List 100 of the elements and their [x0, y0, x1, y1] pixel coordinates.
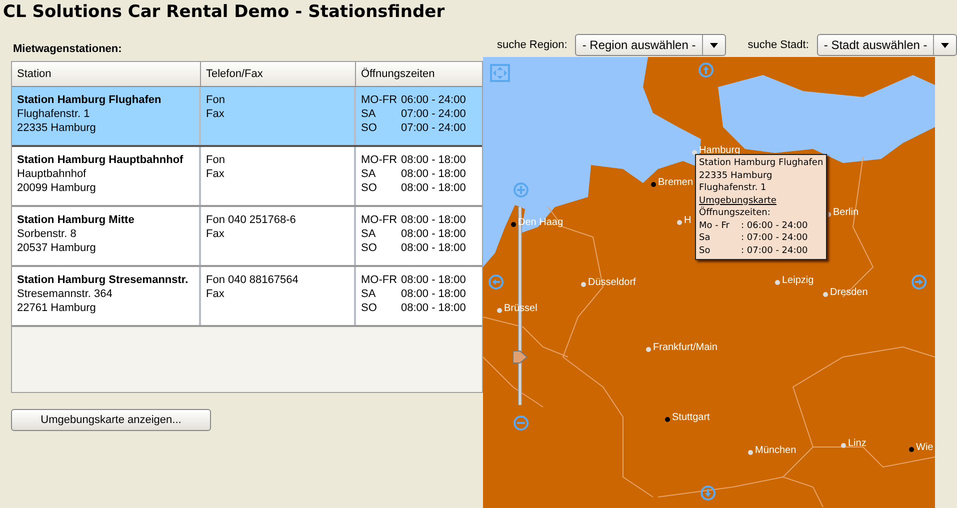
pan-left-icon[interactable]: [488, 274, 504, 290]
city-label: Linz: [848, 438, 866, 449]
station-name: Station Hamburg Flughafen: [17, 93, 162, 107]
fax-text: Fax: [206, 107, 226, 121]
filter-dropdown[interactable]: - Stadt auswählen -: [816, 34, 957, 56]
time-range: 08:00 - 18:00: [401, 227, 467, 241]
city-marker[interactable]: [775, 280, 780, 285]
station-row[interactable]: Station Hamburg Stresemannstr. Stresemannstr. 364 22761 Hamburg Fon 040 88167564 Fax MO-FR 08:00 - 18:00 SA 08:00 - 18:00 SO 08:00 - 18:00: [12, 267, 482, 327]
time-range: 08:00 - 18:00: [401, 287, 467, 301]
station-name: Station Hamburg Mitte: [17, 213, 136, 227]
city-marker[interactable]: [677, 220, 682, 225]
city-marker[interactable]: [497, 308, 502, 313]
filter-label: suche Stadt:: [748, 39, 809, 51]
city-label: Hamburg: [699, 145, 740, 156]
column-header[interactable]: Station: [12, 62, 201, 86]
hours-label: Öffnungszeiten:: [699, 207, 772, 220]
day-label: Sa: [699, 232, 712, 244]
column-header[interactable]: Telefon/Fax: [201, 62, 356, 86]
city-marker[interactable]: [581, 282, 586, 287]
time-range: 08:00 - 18:00: [401, 167, 467, 181]
pan-up-icon[interactable]: [698, 62, 714, 78]
time-range: 07:00 - 24:00: [401, 107, 467, 121]
day-label: SO: [361, 301, 378, 315]
fax-text: Fax: [206, 227, 226, 241]
time-range: 07:00 - 24:00: [401, 121, 467, 135]
city-marker[interactable]: [665, 417, 670, 422]
phone-text: Fon 040 251768-6: [206, 213, 297, 227]
day-label: Mo - Fr: [699, 220, 730, 232]
time-range: 08:00 - 18:00: [401, 241, 467, 255]
filter-dropdown[interactable]: - Region auswählen -: [575, 34, 726, 56]
time-range: 08:00 - 18:00: [401, 213, 467, 227]
station-row[interactable]: Station Hamburg Mitte Sorbenstr. 8 20537 Hamburg Fon 040 251768-6 Fax MO-FR 08:00 - 18:00 SA 08:00 - 18:00 SO 08:00 - 18:00: [12, 207, 482, 267]
day-label: SA: [361, 287, 377, 301]
filter-label: suche Region:: [497, 39, 568, 51]
station-city: 22335 Hamburg: [17, 121, 97, 135]
station-row[interactable]: Station Hamburg Flughafen Flughafenstr. 1 22335 Hamburg Fon Fax MO-FR 06:00 - 24:00 SA 07:00 - 24:00 SO 07:00 - 24:00: [12, 87, 482, 147]
day-label: SO: [361, 181, 378, 195]
station-street: Hauptbahnhof: [17, 167, 88, 181]
city-label: Dresden: [830, 287, 868, 298]
popup-text: 22335 Hamburg: [699, 170, 774, 182]
station-street: Flughafenstr. 1: [17, 107, 91, 121]
day-label: SO: [361, 121, 378, 135]
city-marker[interactable]: [651, 182, 656, 187]
station-street: Sorbenstr. 8: [17, 227, 78, 241]
station-city: 20537 Hamburg: [17, 241, 97, 255]
city-label: H: [684, 215, 692, 226]
fax-text: Fax: [206, 167, 226, 181]
station-row[interactable]: Station Hamburg Hauptbahnhof Hauptbahnhof 20099 Hamburg Fon Fax MO-FR 08:00 - 18:00 SA 08:00 - 18:00 SO 08:00 - 18:00: [12, 147, 482, 207]
city-marker[interactable]: [841, 443, 846, 448]
city-marker[interactable]: [909, 447, 914, 452]
time-range: 08:00 - 18:00: [401, 301, 467, 315]
caret-icon: [710, 42, 718, 48]
day-label: MO-FR: [361, 273, 398, 287]
day-label: SA: [361, 167, 377, 181]
phone-text: Fon 040 88167564: [206, 273, 300, 287]
station-city: 20099 Hamburg: [17, 181, 97, 195]
day-label: So: [699, 244, 712, 257]
city-label: Berlin: [833, 207, 859, 218]
phone-text: Fon: [206, 153, 226, 167]
time-range: 08:00 - 18:00: [401, 153, 467, 167]
slider-thumb[interactable]: [512, 350, 528, 364]
app-title: CL Solutions Car Rental Demo - Stationsfinder: [3, 1, 445, 24]
city-label: Stuttgart: [672, 412, 710, 423]
time-range: : 06:00 - 24:00: [741, 220, 809, 232]
city-marker[interactable]: [823, 292, 828, 297]
day-label: MO-FR: [361, 213, 398, 227]
city-label: Bremen: [658, 177, 694, 188]
map-link[interactable]: Umgebungskarte: [699, 194, 824, 207]
time-range: : 07:00 - 24:00: [741, 232, 809, 244]
station-name: Station Hamburg Hauptbahnhof: [17, 153, 184, 167]
fax-text: Fax: [206, 287, 226, 301]
station-street: Stresemannstr. 364: [17, 287, 114, 301]
city-marker[interactable]: [511, 222, 516, 227]
station-name: Station Hamburg Stresemannstr.: [17, 273, 190, 287]
station-city: 22761 Hamburg: [17, 301, 97, 315]
day-label: MO-FR: [361, 93, 398, 107]
city-label: Düsseldorf: [588, 277, 636, 288]
city-label: Wie: [916, 442, 934, 453]
day-label: SO: [361, 241, 378, 255]
city-label: München: [755, 445, 796, 456]
day-label: SA: [361, 227, 377, 241]
phone-text: Fon: [206, 93, 226, 107]
list-label: Mietwagenstationen:: [13, 43, 122, 57]
city-label: Leipzig: [782, 275, 814, 286]
city-label: Frankfurt/Main: [653, 342, 718, 353]
time-range: 06:00 - 24:00: [401, 93, 467, 107]
city-marker[interactable]: [646, 347, 651, 352]
pan-down-icon[interactable]: [700, 485, 716, 501]
time-range: : 07:00 - 24:00: [741, 244, 809, 257]
popup-text: Flughafenstr. 1: [699, 182, 768, 194]
time-range: 08:00 - 18:00: [401, 181, 467, 195]
pan-right-icon[interactable]: [911, 274, 927, 290]
day-label: SA: [361, 107, 377, 121]
show-map-button[interactable]: Umgebungskarte anzeigen...: [11, 409, 211, 431]
city-marker[interactable]: [748, 450, 753, 455]
time-range: 08:00 - 18:00: [401, 273, 467, 287]
zoom-out-icon[interactable]: [513, 415, 529, 431]
popup-text: Station Hamburg Flughafen: [699, 157, 824, 170]
day-label: MO-FR: [361, 153, 398, 167]
column-header[interactable]: Öffnungszeiten: [356, 62, 482, 86]
